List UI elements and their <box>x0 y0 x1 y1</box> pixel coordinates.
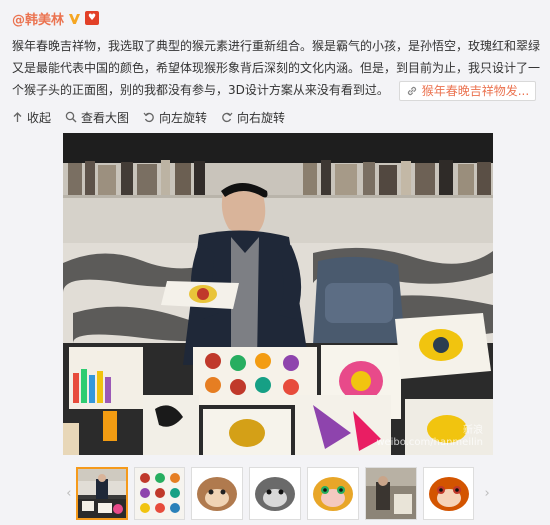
photo-watermark: 新浪 weibo.com/hanmeilin <box>376 425 483 449</box>
collapse-icon <box>13 111 22 122</box>
post-author-row: @韩美林 ♥ <box>12 8 100 28</box>
watermark-brand: 新浪 <box>463 425 483 436</box>
thumb-workshop[interactable] <box>364 466 417 520</box>
post-body: 猴年春晚吉祥物，我选取了典型的猴元素进行重新组合。猴是霸气的小孩，是孙悟空，玫瑰… <box>12 35 542 101</box>
main-photo[interactable]: 新浪 weibo.com/hanmeilin <box>63 133 493 455</box>
thumb-monkey-gray[interactable] <box>249 466 301 520</box>
link-icon <box>407 86 416 95</box>
thumbnail-strip: ‹ › <box>62 466 494 520</box>
collapse-label: 收起 <box>27 110 52 125</box>
view-large-button[interactable]: 查看大图 <box>65 109 129 126</box>
photo-illustration <box>63 133 493 455</box>
rotate-right-label: 向右旋转 <box>237 110 286 125</box>
thumb-next-arrow-icon[interactable]: › <box>480 466 494 520</box>
member-badge-icon: ♥ <box>85 11 100 25</box>
rotate-left-icon <box>143 112 154 123</box>
rotate-left-button[interactable]: 向左旋转 <box>143 109 207 126</box>
thumb-prev-arrow-icon[interactable]: ‹ <box>62 466 76 520</box>
author-name-link[interactable]: @韩美林 <box>12 9 64 28</box>
thumb-monkey-color[interactable] <box>306 466 359 520</box>
thumb-monkey-brown[interactable] <box>191 466 244 520</box>
verified-v-icon <box>68 12 81 25</box>
article-link-label: 猴年春晚吉祥物发... <box>421 83 530 98</box>
watermark-url: weibo.com/hanmeilin <box>376 437 483 448</box>
thumb-sketch-sheet[interactable] <box>133 466 186 520</box>
rotate-right-button[interactable]: 向右旋转 <box>221 109 285 126</box>
collapse-button[interactable]: 收起 <box>12 109 51 126</box>
rotate-right-icon <box>222 112 233 123</box>
thumb-artist-photo[interactable] <box>75 466 128 520</box>
thumb-monkey-red[interactable] <box>422 466 475 520</box>
view-large-label: 查看大图 <box>81 110 130 125</box>
magnifier-icon <box>65 111 77 123</box>
article-link-chip[interactable]: 猴年春晚吉祥物发... <box>398 80 537 101</box>
image-toolbar: 收起 查看大图 向左旋转 向右旋转 <box>12 108 285 126</box>
rotate-left-label: 向左旋转 <box>159 110 208 125</box>
weibo-post-card: @韩美林 ♥ 猴年春晚吉祥物，我选取了典型的猴元素进行重新组合。猴是霸气的小孩，… <box>0 0 550 525</box>
